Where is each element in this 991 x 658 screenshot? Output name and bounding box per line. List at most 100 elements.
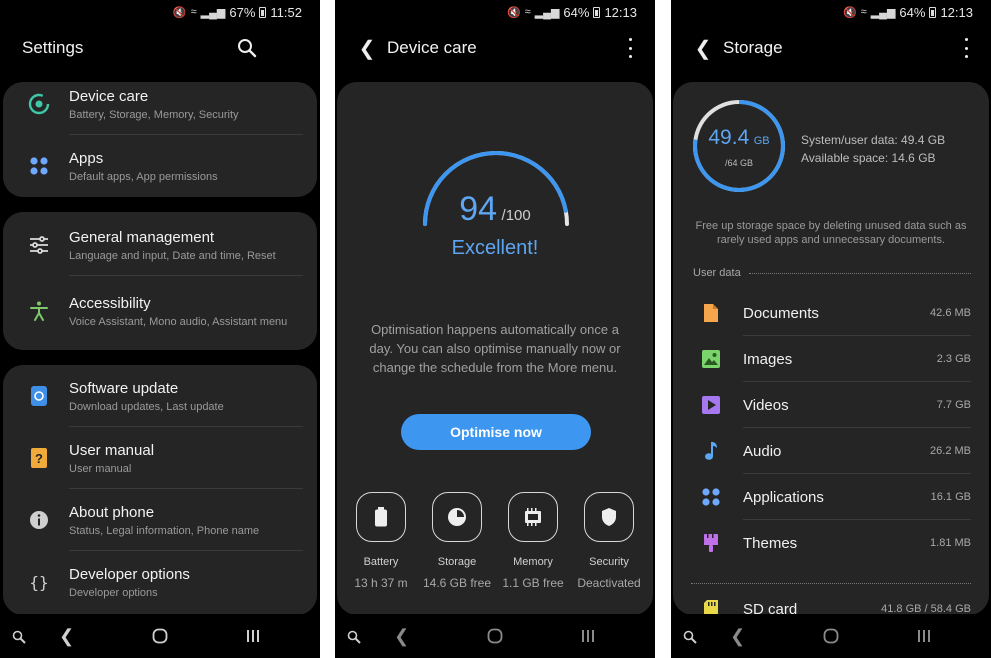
available-space: Available space: 14.6 GB	[801, 151, 936, 165]
settings-item-accessibility[interactable]: Accessibility Voice Assistant, Mono audi…	[3, 276, 317, 346]
settings-item-title: General management	[69, 228, 215, 246]
brush-icon	[701, 533, 721, 553]
signal-icon: ▂▄▆	[870, 6, 896, 19]
tile-label: Memory	[513, 556, 553, 568]
nav-home-icon[interactable]	[140, 628, 180, 644]
section-label: User data	[693, 267, 741, 279]
mute-icon: 🔇	[172, 6, 187, 19]
battery-status-icon	[929, 6, 937, 18]
settings-item-title: User manual	[69, 441, 155, 459]
settings-item-subtitle: User manual	[69, 462, 132, 475]
settings-item-developer-options[interactable]: {} Developer options Developer options	[3, 551, 317, 613]
clock: 11:52	[270, 4, 302, 20]
storage-item-name: Images	[743, 350, 793, 368]
storage-item-audio[interactable]: Audio 26.2 MB	[673, 428, 989, 474]
storage-item-size: 7.7 GB	[936, 399, 971, 411]
back-arrow-icon[interactable]: ❮	[683, 36, 723, 61]
nav-back-icon[interactable]: ❮	[382, 626, 422, 647]
storage-item-applications[interactable]: Applications 16.1 GB	[673, 474, 989, 520]
storage-item-size: 1.81 MB	[930, 537, 971, 549]
used-storage-readout: 49.4 GB	[691, 126, 787, 150]
status-bar: 🔇 ≈ ▂▄▆ 67% 11:52	[0, 0, 320, 24]
settings-item-title: Developer options	[69, 565, 190, 583]
storage-item-videos[interactable]: Videos 7.7 GB	[673, 382, 989, 428]
settings-item-subtitle: Download updates, Last update	[69, 400, 224, 413]
status-bar: 🔇 ≈ ▂▄▆ 64% 12:13	[335, 0, 655, 24]
tile-memory[interactable]: Memory 1.1 GB free	[495, 492, 571, 590]
nav-back-icon[interactable]: ❮	[718, 626, 758, 647]
settings-item-subtitle: Default apps, App permissions	[69, 170, 218, 183]
settings-item-user-manual[interactable]: ? User manual User manual	[3, 427, 317, 489]
settings-item-subtitle: Developer options	[69, 586, 158, 599]
wifi-icon: ≈	[860, 6, 867, 18]
nav-home-icon[interactable]	[475, 628, 515, 644]
tile-value: 1.1 GB free	[502, 576, 564, 590]
settings-item-about-phone[interactable]: About phone Status, Legal information, P…	[3, 489, 317, 551]
storage-summary: System/user data: 49.4 GB Available spac…	[801, 131, 945, 167]
storage-item-sd-card[interactable]: SD card 41.8 GB / 58.4 GB	[673, 586, 989, 615]
mute-icon: 🔇	[506, 6, 521, 19]
storage-item-size: 16.1 GB	[930, 491, 971, 503]
tile-value: 14.6 GB free	[422, 576, 492, 590]
magnifier-pin-icon[interactable]	[683, 630, 697, 644]
used-storage-value: 49.4	[708, 126, 750, 149]
settings-item-subtitle: Battery, Storage, Memory, Security	[69, 108, 239, 121]
settings-item-device-care[interactable]: Device care Battery, Storage, Memory, Se…	[3, 82, 317, 135]
nav-back-icon[interactable]: ❮	[47, 626, 87, 647]
tile-security[interactable]: Security Deactivated	[571, 492, 647, 590]
code-braces-icon: {}	[29, 572, 49, 592]
sliders-icon	[27, 233, 51, 257]
accessibility-icon	[27, 299, 51, 323]
settings-group-1: Device care Battery, Storage, Memory, Se…	[3, 82, 317, 197]
search-icon[interactable]	[236, 37, 258, 59]
nav-home-icon[interactable]	[811, 628, 851, 644]
app-bar: Settings	[0, 28, 320, 68]
settings-item-general-management[interactable]: General management Language and input, D…	[3, 214, 317, 276]
signal-icon: ▂▄▆	[534, 6, 560, 19]
navigation-bar: ❮	[335, 614, 655, 658]
settings-item-apps[interactable]: Apps Default apps, App permissions	[3, 135, 317, 197]
storage-item-size: 42.6 MB	[930, 307, 971, 319]
battery-icon	[356, 492, 406, 542]
storage-item-size: 2.3 GB	[936, 353, 971, 365]
score-value: 94	[459, 190, 498, 228]
magnifier-pin-icon[interactable]	[347, 630, 361, 644]
page-title: Settings	[22, 38, 84, 57]
score-rating: Excellent!	[451, 237, 539, 259]
more-options-icon[interactable]	[629, 38, 633, 58]
settings-item-software-update[interactable]: Software update Download updates, Last u…	[3, 365, 317, 427]
more-options-icon[interactable]	[965, 38, 969, 58]
settings-item-subtitle: Voice Assistant, Mono audio, Assistant m…	[69, 315, 288, 328]
tile-label: Storage	[437, 556, 477, 568]
svg-text:?: ?	[35, 451, 43, 466]
user-manual-icon: ?	[27, 446, 51, 470]
storage-item-name: Applications	[743, 488, 824, 506]
settings-screen: 🔇 ≈ ▂▄▆ 67% 11:52 Settings Device care B…	[0, 0, 320, 658]
magnifier-pin-icon[interactable]	[12, 630, 26, 644]
tile-value: 13 h 37 m	[354, 576, 408, 590]
clock: 12:13	[940, 4, 973, 20]
status-bar: 🔇 ≈ ▂▄▆ 64% 12:13	[671, 0, 991, 24]
clock: 12:13	[604, 4, 637, 20]
optimise-now-button[interactable]: Optimise now	[401, 414, 591, 450]
nav-recents-icon[interactable]	[568, 629, 608, 643]
score-max: /100	[501, 207, 531, 224]
back-arrow-icon[interactable]: ❮	[347, 36, 387, 61]
tile-storage[interactable]: Storage 14.6 GB free	[419, 492, 495, 590]
mute-icon: 🔇	[842, 6, 857, 19]
device-care-tiles: Battery 13 h 37 m Storage 14.6 GB free M…	[337, 492, 653, 590]
storage-item-themes[interactable]: Themes 1.81 MB	[673, 520, 989, 566]
image-icon	[701, 349, 721, 369]
storage-item-documents[interactable]: Documents 42.6 MB	[673, 290, 989, 336]
nav-recents-icon[interactable]	[233, 629, 273, 643]
battery-status-icon	[593, 6, 601, 18]
nav-recents-icon[interactable]	[904, 629, 944, 643]
info-icon	[27, 508, 51, 532]
divider	[748, 272, 971, 274]
document-icon	[701, 303, 721, 323]
tile-label: Battery	[363, 556, 399, 568]
tile-battery[interactable]: Battery 13 h 37 m	[343, 492, 419, 590]
storage-item-images[interactable]: Images 2.3 GB	[673, 336, 989, 382]
divider	[691, 583, 971, 584]
apps-icon	[27, 154, 51, 178]
